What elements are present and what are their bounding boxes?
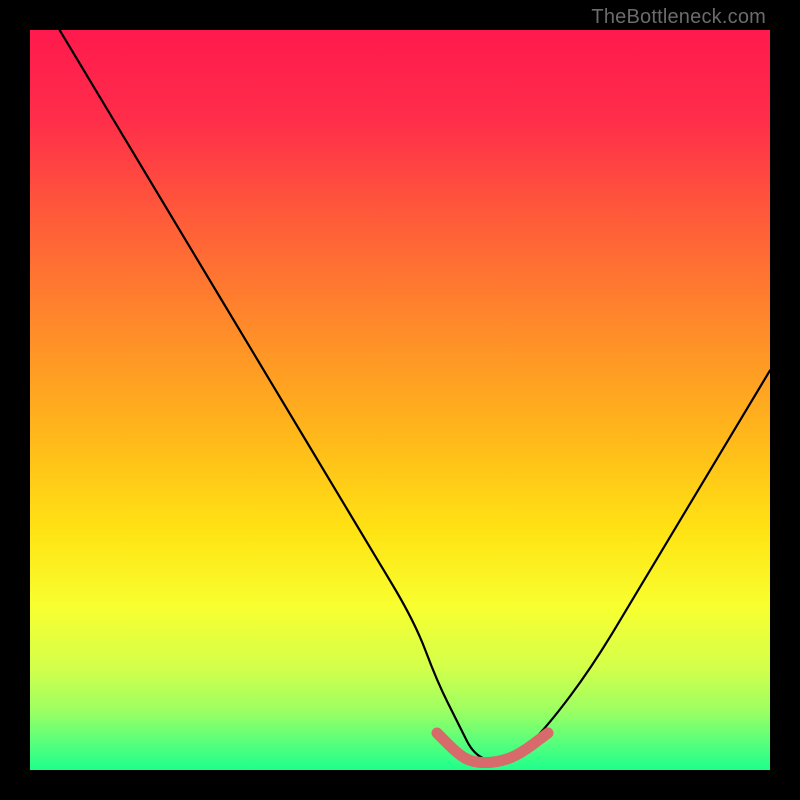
chart-frame: TheBottleneck.com: [0, 0, 800, 800]
curve-layer: [30, 30, 770, 770]
watermark-text: TheBottleneck.com: [591, 6, 766, 29]
plot-area: [30, 30, 770, 770]
optimal-region: [437, 733, 548, 763]
bottleneck-curve: [60, 30, 770, 761]
